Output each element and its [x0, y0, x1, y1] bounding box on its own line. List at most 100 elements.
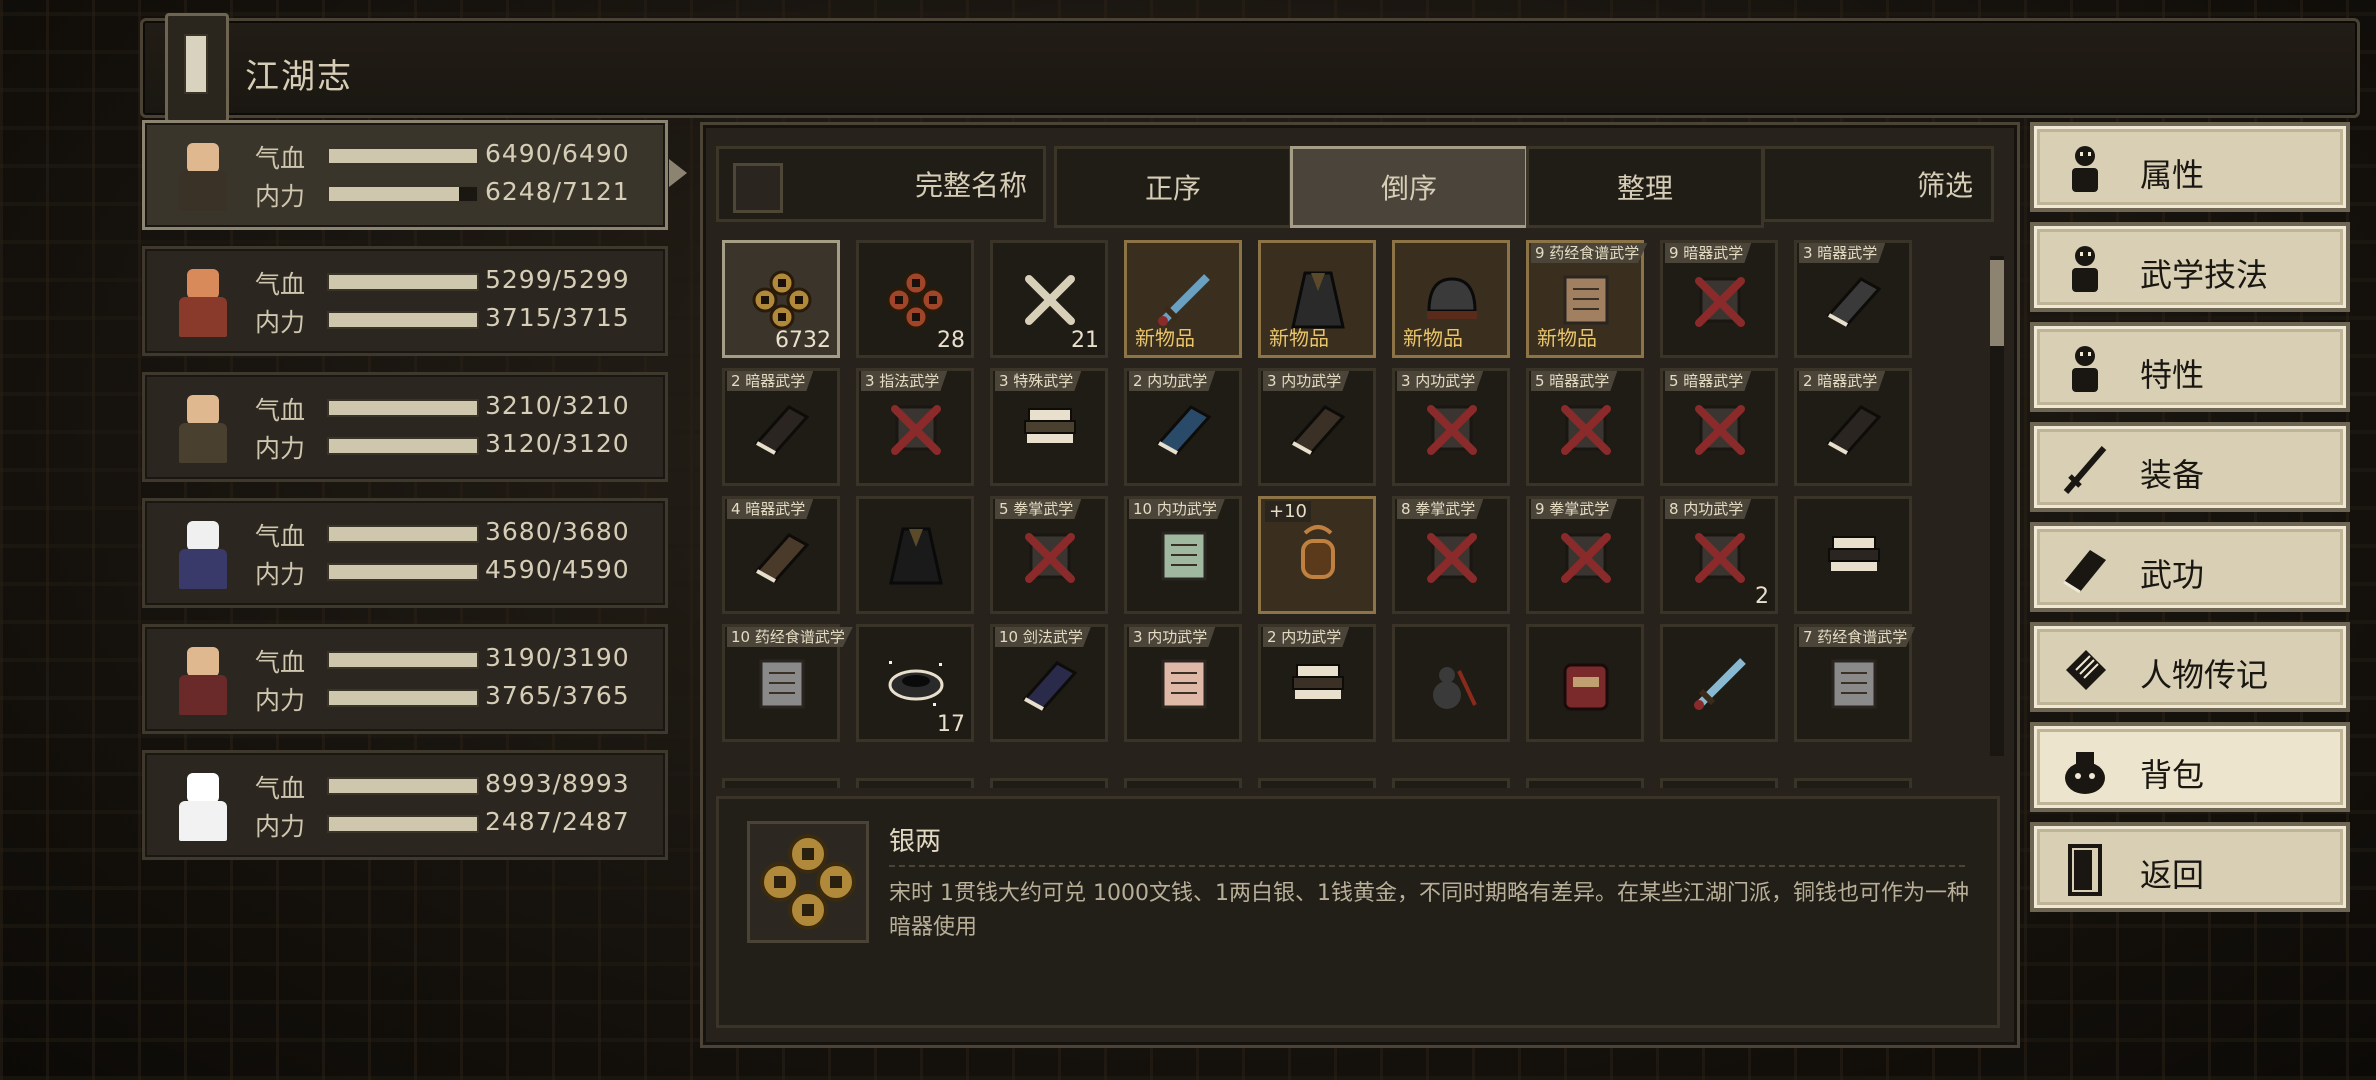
hp-label: 气血: [255, 144, 306, 173]
book-stack-icon: [1285, 651, 1351, 717]
hp-bar: [327, 777, 479, 795]
inventory-slot[interactable]: 2 暗器武学: [1794, 368, 1912, 486]
coins-icon: [749, 267, 815, 333]
inventory-slot[interactable]: [990, 778, 1108, 788]
item-count: 28: [937, 328, 965, 353]
menu-button[interactable]: 人物传记: [2030, 622, 2350, 712]
inventory-slot[interactable]: 3 内功武学: [1392, 368, 1510, 486]
inventory-slot[interactable]: 8 内功武学 2: [1660, 496, 1778, 614]
inventory-slot[interactable]: 9 拳掌武学: [1526, 496, 1644, 614]
mp-bar: [327, 563, 479, 581]
locked-skill-icon: [1419, 523, 1485, 589]
inventory-slot[interactable]: 4 暗器武学: [722, 496, 840, 614]
tidy-button[interactable]: 整理: [1526, 146, 1764, 228]
menu-button[interactable]: 特性: [2030, 322, 2350, 412]
inventory-slot[interactable]: 3 内功武学: [1258, 368, 1376, 486]
item-category-badge: 5 暗器武学: [1665, 371, 1752, 391]
locked-skill-icon: [1553, 395, 1619, 461]
party-member-card[interactable]: 气血 8993/8993 内力 2487/2487: [142, 750, 668, 860]
inventory-slot[interactable]: [1392, 778, 1510, 788]
scroll-icon: [2060, 642, 2110, 698]
menu-button[interactable]: 武学技法: [2030, 222, 2350, 312]
item-category-badge: 2 内功武学: [1129, 371, 1216, 391]
item-count: 6732: [775, 328, 831, 353]
inventory-slot[interactable]: 2 内功武学: [1258, 624, 1376, 742]
inventory-slot[interactable]: [856, 778, 974, 788]
inventory-slot[interactable]: 5 暗器武学: [1660, 368, 1778, 486]
character-avatar: [165, 765, 241, 845]
menu-button[interactable]: 属性: [2030, 122, 2350, 212]
party-member-card[interactable]: 气血 6490/6490 内力 6248/7121: [142, 120, 687, 230]
menu-button[interactable]: 武功: [2030, 522, 2350, 612]
character-avatar: [165, 387, 241, 467]
coins-icon: [760, 834, 856, 930]
inventory-slot[interactable]: 2 暗器武学: [722, 368, 840, 486]
fullname-checkbox[interactable]: [733, 163, 783, 213]
inventory-slot[interactable]: 2 内功武学: [1124, 368, 1242, 486]
inventory-slot[interactable]: 9 暗器武学: [1660, 240, 1778, 358]
inventory-slot[interactable]: [1124, 778, 1242, 788]
inventory-slot[interactable]: 3 指法武学: [856, 368, 974, 486]
item-category-badge: 9 药经食谱武学: [1531, 243, 1648, 263]
book-stack-icon: [1017, 395, 1083, 461]
filter-button[interactable]: 筛选: [1762, 146, 1994, 222]
party-member-card[interactable]: 气血 3680/3680 内力 4590/4590: [142, 498, 668, 608]
tidy-label: 整理: [1616, 172, 1673, 205]
inventory-slot[interactable]: 新物品: [1124, 240, 1242, 358]
item-category-badge: 4 暗器武学: [727, 499, 814, 519]
inventory-slot[interactable]: 7 药经食谱武学: [1794, 624, 1916, 742]
detail-item-name: 银两: [889, 827, 942, 857]
inventory-slot[interactable]: [1526, 624, 1644, 742]
fullname-toggle[interactable]: 完整名称: [716, 146, 1046, 222]
inventory-slot[interactable]: 3 暗器武学: [1794, 240, 1912, 358]
inventory-slot[interactable]: [1660, 624, 1778, 742]
party-member-card[interactable]: 气血 3210/3210 内力 3120/3120: [142, 372, 668, 482]
item-category-badge: 5 暗器武学: [1531, 371, 1618, 391]
locked-skill-icon: [1553, 523, 1619, 589]
new-item-tag: 新物品: [1403, 326, 1463, 350]
party-member-card[interactable]: 气血 3190/3190 内力 3765/3765: [142, 624, 668, 734]
inventory-slot[interactable]: 10 药经食谱武学: [722, 624, 853, 742]
menu-button[interactable]: 背包: [2030, 722, 2350, 812]
inventory-slot[interactable]: [1258, 778, 1376, 788]
menu-button[interactable]: 装备: [2030, 422, 2350, 512]
inventory-slot[interactable]: [856, 496, 974, 614]
inventory-slot[interactable]: 5 拳掌武学: [990, 496, 1108, 614]
inventory-slot[interactable]: 新物品: [1392, 240, 1510, 358]
book-stack-icon: [1821, 523, 1887, 589]
scrollbar-thumb[interactable]: [1990, 260, 2004, 346]
bowl-icon: [883, 651, 949, 717]
mp-label: 内力: [255, 182, 306, 211]
inventory-slot[interactable]: 10 内功武学: [1124, 496, 1242, 614]
hp-bar: [327, 525, 479, 543]
inventory-slot[interactable]: 8 拳掌武学: [1392, 496, 1510, 614]
sort-asc-button[interactable]: 正序: [1054, 146, 1292, 228]
inventory-slot[interactable]: [1660, 778, 1778, 788]
inventory-slot[interactable]: 3 特殊武学: [990, 368, 1108, 486]
inventory-slot[interactable]: [1392, 624, 1510, 742]
menu-button[interactable]: 返回: [2030, 822, 2350, 912]
mp-label: 内力: [255, 812, 306, 841]
inventory-slot[interactable]: 5 暗器武学: [1526, 368, 1644, 486]
sort-desc-button[interactable]: 倒序: [1290, 146, 1528, 228]
inventory-slot[interactable]: [1794, 496, 1912, 614]
inventory-slot[interactable]: 17: [856, 624, 974, 742]
inventory-slot[interactable]: 9 药经食谱武学新物品: [1526, 240, 1648, 358]
inventory-slot[interactable]: 新物品: [1258, 240, 1376, 358]
inventory-slot[interactable]: 6732: [722, 240, 840, 358]
fullname-label: 完整名称: [914, 169, 1027, 202]
inventory-slot[interactable]: 21: [990, 240, 1108, 358]
inventory-slot[interactable]: +10: [1258, 496, 1376, 614]
inventory-slot[interactable]: 28: [856, 240, 974, 358]
menu-button-label: 武学技法: [2140, 256, 2269, 294]
inventory-slot[interactable]: [1794, 778, 1912, 788]
inventory-slot[interactable]: 10 剑法武学: [990, 624, 1108, 742]
party-member-card[interactable]: 气血 5299/5299 内力 3715/3715: [142, 246, 668, 356]
grid-scrollbar[interactable]: [1990, 256, 2004, 756]
inventory-slot[interactable]: 3 内功武学: [1124, 624, 1242, 742]
new-item-tag: 新物品: [1135, 326, 1195, 350]
inventory-slot[interactable]: [722, 778, 840, 788]
inventory-slot[interactable]: [1526, 778, 1644, 788]
item-category-badge: 3 内功武学: [1397, 371, 1484, 391]
new-item-tag: 新物品: [1537, 326, 1597, 350]
